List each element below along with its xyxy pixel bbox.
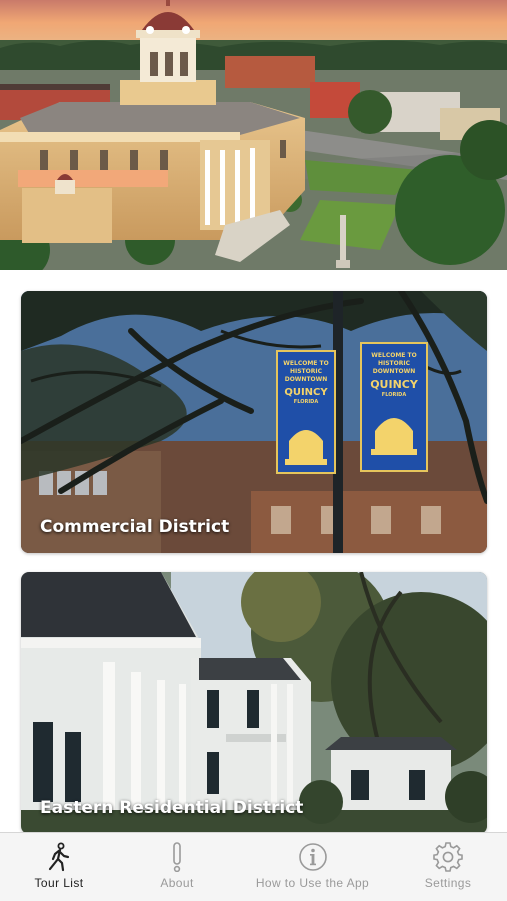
walking-person-icon	[44, 842, 74, 872]
tab-tour-list[interactable]: Tour List	[0, 833, 118, 901]
tour-title: Commercial District	[40, 517, 230, 537]
svg-text:WELCOME TO: WELCOME TO	[283, 360, 328, 367]
tour-card-commercial-district[interactable]: WELCOME TO HISTORIC DOWNTOWN QUINCY FLOR…	[21, 291, 487, 553]
tab-label: Settings	[424, 876, 472, 890]
exclamation-icon	[162, 842, 192, 872]
info-circle-icon	[298, 842, 328, 872]
svg-text:DOWNTOWN: DOWNTOWN	[373, 368, 416, 375]
tour-title: Eastern Residential District	[40, 798, 304, 818]
svg-text:DOWNTOWN: DOWNTOWN	[285, 376, 328, 383]
tour-card-eastern-residential-district[interactable]: Eastern Residential District	[21, 572, 487, 834]
tab-label: How to Use the App	[255, 876, 370, 890]
svg-text:QUINCY: QUINCY	[370, 378, 419, 391]
svg-text:QUINCY: QUINCY	[284, 387, 328, 398]
commercial-district-image: WELCOME TO HISTORIC DOWNTOWN QUINCY FLOR…	[21, 291, 487, 553]
tab-about[interactable]: About	[118, 833, 236, 901]
bottom-tab-bar: Tour List About How to Use the App Setti…	[0, 832, 507, 901]
tab-label: About	[160, 876, 194, 890]
eastern-residential-district-image	[21, 572, 487, 834]
svg-text:HISTORIC: HISTORIC	[290, 368, 323, 375]
gear-icon	[433, 842, 463, 872]
svg-text:FLORIDA: FLORIDA	[294, 399, 319, 405]
hero-image	[0, 0, 507, 270]
tab-how-to-use[interactable]: How to Use the App	[236, 833, 389, 901]
svg-text:FLORIDA: FLORIDA	[382, 392, 407, 398]
tab-label: Tour List	[34, 876, 84, 890]
svg-text:HISTORIC: HISTORIC	[378, 360, 411, 367]
svg-text:WELCOME TO: WELCOME TO	[371, 352, 416, 359]
tab-settings[interactable]: Settings	[389, 833, 507, 901]
